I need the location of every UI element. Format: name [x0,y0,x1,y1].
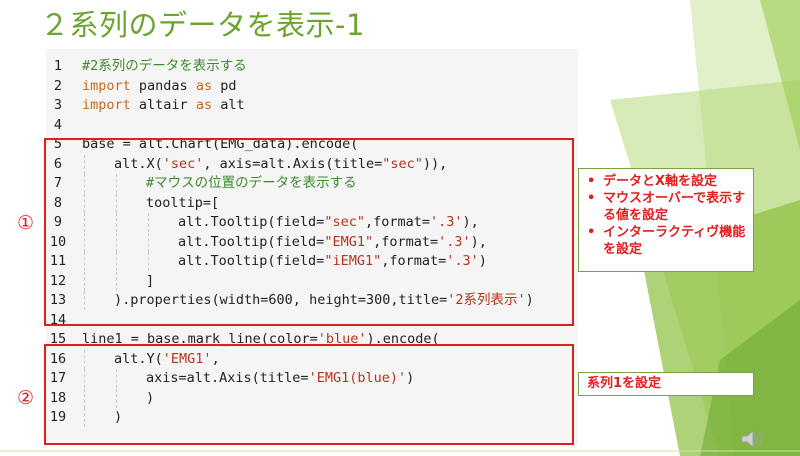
highlight-box-1 [44,138,574,326]
code-text: import altair as alt [82,96,245,115]
code-token: as [195,77,213,94]
line-number: 2 [53,77,63,94]
callout-series1-text: 系列1を設定 [587,376,662,391]
highlight-box-2 [44,344,574,445]
slide-title: ２系列のデータを表示-1 [40,8,365,42]
callout-item: マウスオーバーで表示する値を設定 [585,190,747,224]
line-number: 1 [53,58,63,74]
code-line: 4 [46,116,576,135]
callout-settings: データとX軸を設定マウスオーバーで表示する値を設定インターラクティヴ機能を設定 [578,168,754,272]
callout-item: インターラクティヴ機能を設定 [585,224,747,258]
line-number: 4 [53,116,63,133]
code-line: 1 #2系列のデータを表示する [46,57,576,76]
code-token: pd [212,77,237,94]
code-text: import pandas as pd [82,77,236,96]
code-token: alt [212,97,245,113]
callout-series1: 系列1を設定 [578,372,754,396]
code-token: as [195,97,213,113]
code-line: 3 import altair as alt [46,96,576,115]
callout-list: データとX軸を設定マウスオーバーで表示する値を設定インターラクティヴ機能を設定 [579,169,753,262]
code-text: #2系列のデータを表示する [82,57,247,76]
callout-item: データとX軸を設定 [585,173,747,190]
marker-2: ② [17,387,35,409]
code-token: import [82,77,131,94]
code-token: #2系列のデータを表示する [82,58,247,74]
marker-1: ① [17,212,35,234]
code-token: pandas [130,77,196,94]
speaker-icon[interactable] [740,428,766,450]
code-token: altair [130,97,196,113]
line-number: 3 [53,97,63,113]
code-line: 2 import pandas as pd [46,77,576,96]
code-token: import [82,97,131,113]
